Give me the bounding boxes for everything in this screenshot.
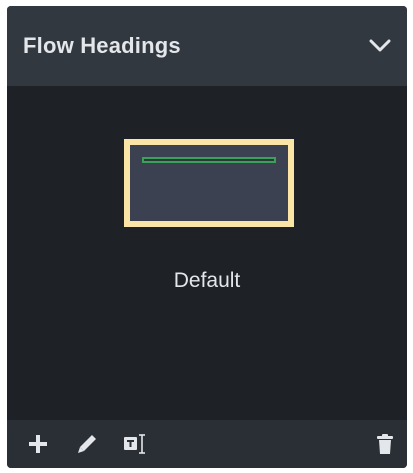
style-item-default[interactable]: Default xyxy=(119,134,295,304)
panel-title: Flow Headings xyxy=(23,33,181,58)
flow-headings-panel: Flow Headings Default xyxy=(7,6,407,468)
heading-line-preview xyxy=(142,157,276,163)
pencil-icon[interactable] xyxy=(73,430,101,458)
text-frame-icon[interactable] xyxy=(121,430,149,458)
plus-icon[interactable] xyxy=(24,430,52,458)
styles-list: Default xyxy=(7,86,407,420)
chevron-down-icon[interactable] xyxy=(367,33,393,59)
panel-header[interactable]: Flow Headings xyxy=(7,6,407,86)
style-thumbnail xyxy=(124,139,294,227)
trash-icon[interactable] xyxy=(371,430,399,458)
style-label: Default xyxy=(173,269,241,292)
panel-toolbar xyxy=(7,420,407,468)
